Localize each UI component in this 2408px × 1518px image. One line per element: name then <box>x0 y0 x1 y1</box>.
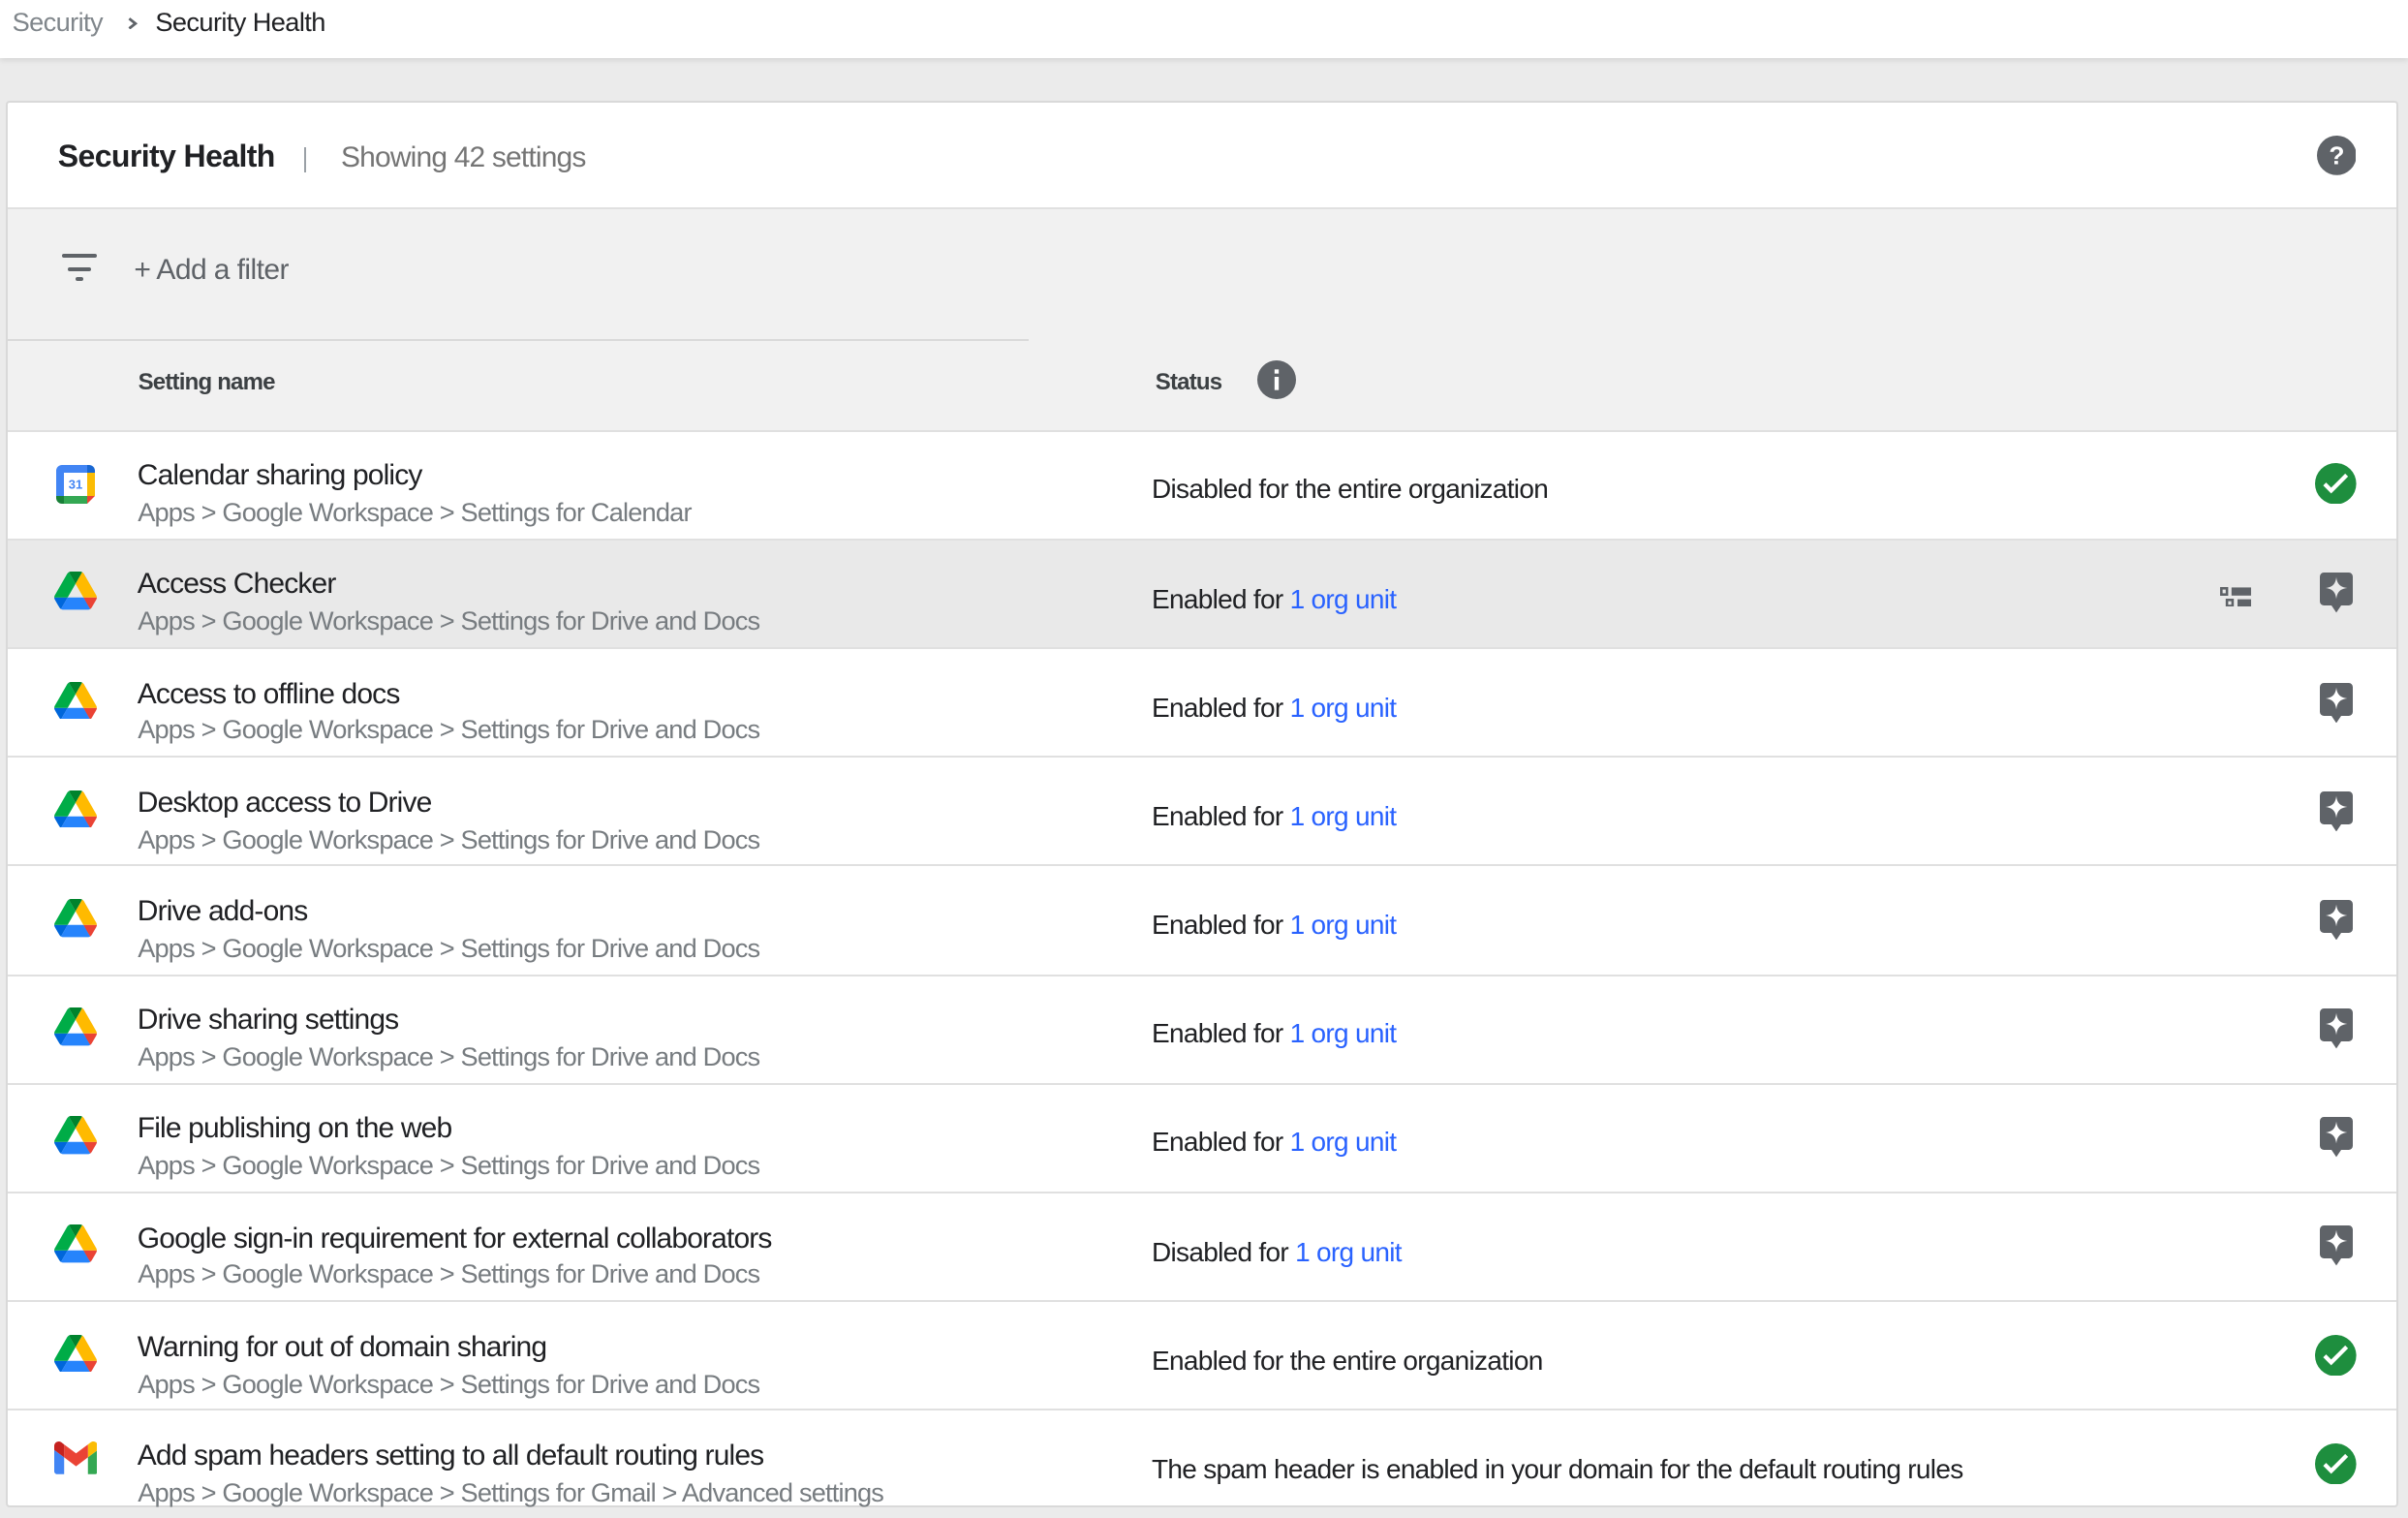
svg-text:?: ? <box>2329 141 2344 170</box>
svg-text:31: 31 <box>68 477 81 491</box>
